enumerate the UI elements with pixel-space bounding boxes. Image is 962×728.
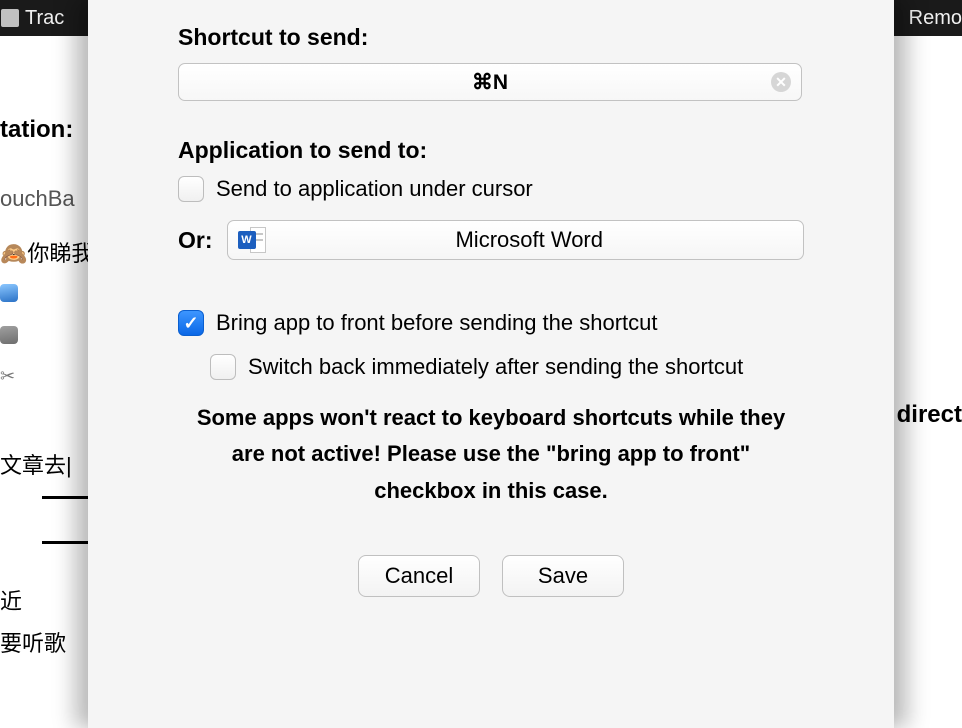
clear-icon[interactable]: ✕	[771, 72, 791, 92]
titlebar-right-text: Remo	[909, 7, 962, 30]
bring-front-row[interactable]: Bring app to front before sending the sh…	[178, 310, 804, 336]
titlebar-right: Remo	[909, 0, 962, 36]
button-row: Cancel Save	[178, 555, 804, 597]
shortcut-input[interactable]: ⌘N ✕	[178, 63, 802, 101]
save-button[interactable]: Save	[502, 555, 624, 597]
send-under-cursor-row[interactable]: Send to application under cursor	[178, 176, 804, 202]
shortcut-value: ⌘N	[472, 70, 508, 95]
switch-back-checkbox[interactable]	[210, 354, 236, 380]
bg-row-1: 🙈你睇我	[0, 236, 93, 268]
scissors-icon: ✂	[0, 366, 15, 387]
bg-row-3: 近	[0, 584, 22, 616]
dialog-content: Shortcut to send: ⌘N ✕ Application to se…	[88, 0, 894, 597]
bg-rule	[42, 541, 88, 544]
or-label: Or:	[178, 227, 213, 254]
cancel-button[interactable]: Cancel	[358, 555, 480, 597]
shortcut-header: Shortcut to send:	[178, 24, 804, 51]
app-header: Application to send to:	[178, 137, 804, 164]
bg-row-2: 文章去|	[0, 448, 72, 480]
send-under-cursor-checkbox[interactable]	[178, 176, 204, 202]
dialog-sheet: Shortcut to send: ⌘N ✕ Application to se…	[88, 0, 894, 728]
bring-front-checkbox[interactable]	[178, 310, 204, 336]
bg-row-4: 要听歌	[0, 626, 66, 658]
titlebar-left: Trac	[0, 0, 64, 36]
bg-rule	[42, 496, 88, 499]
bring-front-label: Bring app to front before sending the sh…	[216, 310, 658, 336]
or-row: Or: W Microsoft Word	[178, 220, 804, 260]
switch-back-label: Switch back immediately after sending th…	[248, 354, 743, 380]
bg-blue-icon	[0, 284, 18, 302]
app-icon	[1, 9, 19, 27]
bg-label-ouchba: ouchBa	[0, 186, 75, 212]
titlebar-left-text: Trac	[25, 7, 64, 30]
application-picker[interactable]: W Microsoft Word	[227, 220, 805, 260]
switch-back-row[interactable]: Switch back immediately after sending th…	[210, 354, 804, 380]
send-under-cursor-label: Send to application under cursor	[216, 176, 533, 202]
word-icon: W	[238, 227, 266, 253]
application-name: Microsoft Word	[266, 227, 794, 253]
bg-label-tation: tation:	[0, 116, 73, 144]
warning-note: Some apps won't react to keyboard shortc…	[178, 400, 804, 509]
bg-label-direct: direct	[897, 401, 962, 429]
bg-gray-icon	[0, 326, 18, 344]
